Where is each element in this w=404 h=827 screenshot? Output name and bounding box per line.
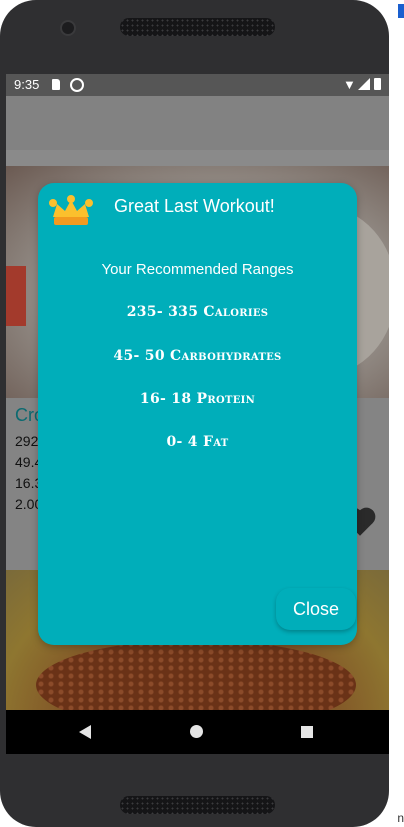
close-button[interactable]: Close [276,588,356,630]
recipe-calories: 292 [15,433,39,449]
ranges-heading: Your Recommended Ranges [101,261,294,278]
earpiece-speaker [120,18,275,36]
corner-text-fragment: n [397,811,404,825]
app-bar [6,96,389,150]
phone-frame: 9:35 ▼ Cro 292 49.4 16.3 2.00 Great Last… [0,0,389,827]
dialog-title: Great Last Workout! [114,196,275,216]
bottom-speaker [120,796,275,814]
recents-icon[interactable] [301,726,313,738]
corner-link-fragment [398,4,404,18]
berry-shape [6,266,26,326]
front-camera-icon [60,20,76,36]
fat-range: 0- 4 Fat [166,434,229,450]
signal-icon [358,78,370,90]
home-icon[interactable] [190,725,203,738]
back-icon[interactable] [79,725,91,739]
sync-icon [70,78,84,92]
status-bar: 9:35 ▼ [6,74,389,96]
carbohydrates-range: 45- 50 Carbohydrates [113,348,282,364]
protein-range: 16- 18 Protein [139,391,256,407]
wifi-icon: ▼ [343,77,356,92]
workout-dialog: Great Last Workout! Your Recommended Ran… [38,183,357,645]
calories-range: 235- 335 Calories [126,304,269,320]
battery-icon [374,78,381,90]
navigation-bar [6,710,389,754]
status-time: 9:35 [14,77,40,92]
sd-card-icon [52,79,60,90]
crown-icon [49,195,93,225]
